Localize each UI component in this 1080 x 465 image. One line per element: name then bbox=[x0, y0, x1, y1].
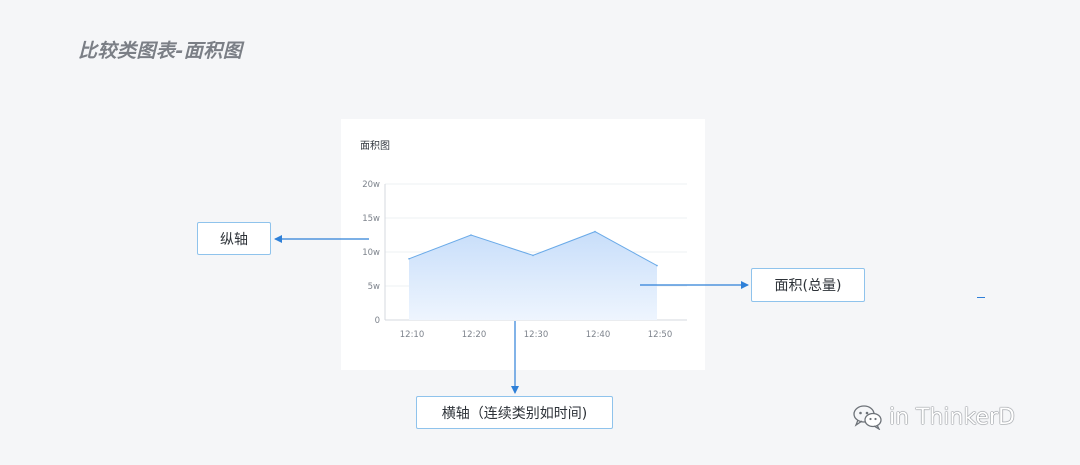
data-point bbox=[656, 264, 658, 267]
y-tick-label: 10w bbox=[362, 248, 380, 258]
watermark: in ThinkerD bbox=[853, 404, 1015, 430]
divider-mark bbox=[977, 297, 985, 298]
x-tick-label: 12:20 bbox=[462, 330, 487, 340]
page-heading: 比较类图表-面积图 bbox=[78, 40, 243, 62]
watermark-text: in ThinkerD bbox=[889, 404, 1015, 430]
x-tick-label: 12:50 bbox=[648, 330, 673, 340]
data-point bbox=[470, 234, 472, 236]
area-label-box: 面积(总量) bbox=[751, 268, 865, 302]
data-point bbox=[594, 230, 596, 233]
y-tick-label: 20w bbox=[362, 180, 380, 190]
x-tick-label: 12:10 bbox=[400, 330, 425, 340]
y-axis-label-box: 纵轴 bbox=[197, 222, 271, 255]
data-point bbox=[532, 254, 534, 257]
x-tick-label: 12:30 bbox=[524, 330, 549, 340]
y-tick-label: 0 bbox=[375, 316, 380, 326]
chart-card: 面积图 0 5w 10w 15w 20w 12:10 12:20 12:30 12:40 12:5… bbox=[341, 119, 705, 370]
area-chart: 0 5w 10w 15w 20w 12:10 12:20 12:30 12:40 12:50 bbox=[362, 180, 687, 340]
y-tick-label: 15w bbox=[362, 214, 380, 224]
x-axis-label-box: 横轴（连续类别如时间) bbox=[416, 396, 613, 429]
wechat-icon bbox=[853, 405, 882, 430]
x-tick-label: 12:40 bbox=[586, 330, 611, 340]
y-tick-label: 5w bbox=[368, 282, 380, 292]
data-point bbox=[408, 258, 410, 260]
